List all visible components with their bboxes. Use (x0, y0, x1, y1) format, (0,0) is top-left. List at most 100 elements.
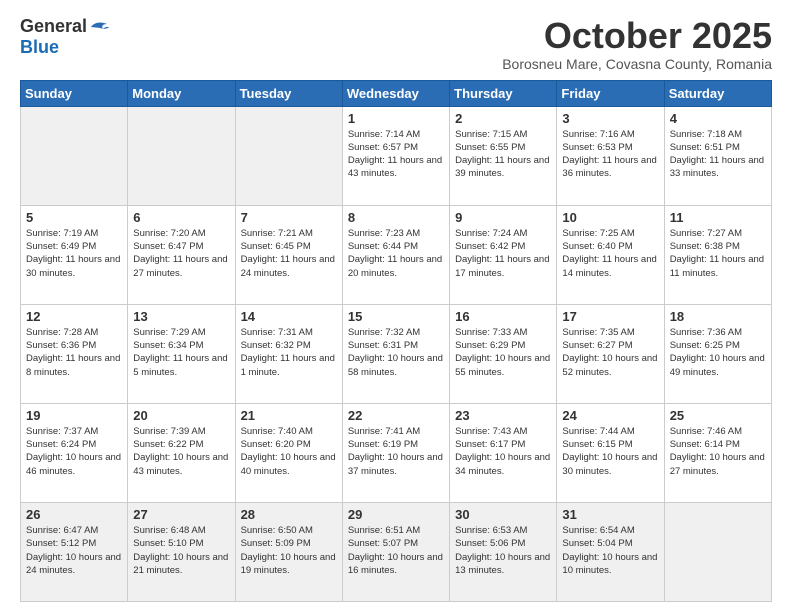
col-sunday: Sunday (21, 80, 128, 106)
day-number: 15 (348, 309, 444, 324)
day-number: 25 (670, 408, 766, 423)
day-number: 26 (26, 507, 122, 522)
day-number: 21 (241, 408, 337, 423)
table-row: 25 Sunrise: 7:46 AM Sunset: 6:14 PM Dayli… (664, 403, 771, 502)
day-number: 5 (26, 210, 122, 225)
logo-general-text: General (20, 16, 87, 37)
calendar-week-row: 5 Sunrise: 7:19 AM Sunset: 6:49 PM Daylig… (21, 205, 772, 304)
day-number: 10 (562, 210, 658, 225)
table-row (128, 106, 235, 205)
table-row: 24 Sunrise: 7:44 AM Sunset: 6:15 PM Dayli… (557, 403, 664, 502)
page: General Blue October 2025 Borosneu Mare,… (0, 0, 792, 612)
table-row (664, 502, 771, 601)
col-saturday: Saturday (664, 80, 771, 106)
table-row: 4Sunrise: 7:18 AM Sunset: 6:51 PM Daylig… (664, 106, 771, 205)
table-row: 17 Sunrise: 7:35 AM Sunset: 6:27 PM Dayli… (557, 304, 664, 403)
table-row: 27Sunrise: 6:48 AM Sunset: 5:10 PM Dayli… (128, 502, 235, 601)
table-row: 9Sunrise: 7:24 AM Sunset: 6:42 PM Daylig… (450, 205, 557, 304)
calendar-week-row: 26Sunrise: 6:47 AM Sunset: 5:12 PM Dayli… (21, 502, 772, 601)
day-number: 17 (562, 309, 658, 324)
day-info: Sunrise: 7:43 AM Sunset: 6:17 PM Dayligh… (455, 425, 551, 478)
day-info: Sunrise: 7:21 AM Sunset: 6:45 PM Dayligh… (241, 227, 337, 280)
day-number: 8 (348, 210, 444, 225)
day-info: Sunrise: 7:36 AM Sunset: 6:25 PM Dayligh… (670, 326, 766, 379)
calendar-week-row: 19 Sunrise: 7:37 AM Sunset: 6:24 PM Dayli… (21, 403, 772, 502)
calendar-week-row: 12 Sunrise: 7:28 AM Sunset: 6:36 PM Dayli… (21, 304, 772, 403)
table-row: 31 Sunrise: 6:54 AM Sunset: 5:04 PM Dayli… (557, 502, 664, 601)
calendar-table: Sunday Monday Tuesday Wednesday Thursday… (20, 80, 772, 602)
table-row: 7Sunrise: 7:21 AM Sunset: 6:45 PM Daylig… (235, 205, 342, 304)
day-info: Sunrise: 7:41 AM Sunset: 6:19 PM Dayligh… (348, 425, 444, 478)
logo-bird-icon (89, 19, 109, 35)
table-row: 8 Sunrise: 7:23 AM Sunset: 6:44 PM Daylig… (342, 205, 449, 304)
table-row: 29 Sunrise: 6:51 AM Sunset: 5:07 PM Dayli… (342, 502, 449, 601)
day-info: Sunrise: 7:32 AM Sunset: 6:31 PM Dayligh… (348, 326, 444, 379)
day-info: Sunrise: 7:19 AM Sunset: 6:49 PM Dayligh… (26, 227, 122, 280)
col-friday: Friday (557, 80, 664, 106)
day-info: Sunrise: 7:37 AM Sunset: 6:24 PM Dayligh… (26, 425, 122, 478)
day-info: Sunrise: 7:33 AM Sunset: 6:29 PM Dayligh… (455, 326, 551, 379)
table-row: 26Sunrise: 6:47 AM Sunset: 5:12 PM Dayli… (21, 502, 128, 601)
day-info: Sunrise: 7:35 AM Sunset: 6:27 PM Dayligh… (562, 326, 658, 379)
day-info: Sunrise: 7:29 AM Sunset: 6:34 PM Dayligh… (133, 326, 229, 379)
table-row: 19 Sunrise: 7:37 AM Sunset: 6:24 PM Dayli… (21, 403, 128, 502)
table-row: 6Sunrise: 7:20 AM Sunset: 6:47 PM Daylig… (128, 205, 235, 304)
table-row: 5 Sunrise: 7:19 AM Sunset: 6:49 PM Daylig… (21, 205, 128, 304)
day-info: Sunrise: 7:14 AM Sunset: 6:57 PM Dayligh… (348, 128, 444, 181)
calendar-week-row: 1 Sunrise: 7:14 AM Sunset: 6:57 PM Daylig… (21, 106, 772, 205)
table-row: 22 Sunrise: 7:41 AM Sunset: 6:19 PM Dayli… (342, 403, 449, 502)
table-row: 28 Sunrise: 6:50 AM Sunset: 5:09 PM Dayli… (235, 502, 342, 601)
day-info: Sunrise: 6:48 AM Sunset: 5:10 PM Dayligh… (133, 524, 229, 577)
table-row: 11Sunrise: 7:27 AM Sunset: 6:38 PM Dayli… (664, 205, 771, 304)
title-section: October 2025 Borosneu Mare, Covasna Coun… (502, 16, 772, 72)
day-number: 28 (241, 507, 337, 522)
day-info: Sunrise: 7:44 AM Sunset: 6:15 PM Dayligh… (562, 425, 658, 478)
table-row: 21Sunrise: 7:40 AM Sunset: 6:20 PM Dayli… (235, 403, 342, 502)
day-info: Sunrise: 7:27 AM Sunset: 6:38 PM Dayligh… (670, 227, 766, 280)
day-number: 19 (26, 408, 122, 423)
subtitle: Borosneu Mare, Covasna County, Romania (502, 56, 772, 72)
day-number: 13 (133, 309, 229, 324)
day-info: Sunrise: 7:18 AM Sunset: 6:51 PM Dayligh… (670, 128, 766, 181)
day-info: Sunrise: 7:39 AM Sunset: 6:22 PM Dayligh… (133, 425, 229, 478)
day-number: 16 (455, 309, 551, 324)
day-info: Sunrise: 7:46 AM Sunset: 6:14 PM Dayligh… (670, 425, 766, 478)
day-info: Sunrise: 7:15 AM Sunset: 6:55 PM Dayligh… (455, 128, 551, 181)
table-row: 23 Sunrise: 7:43 AM Sunset: 6:17 PM Dayli… (450, 403, 557, 502)
table-row: 30Sunrise: 6:53 AM Sunset: 5:06 PM Dayli… (450, 502, 557, 601)
table-row: 16 Sunrise: 7:33 AM Sunset: 6:29 PM Dayli… (450, 304, 557, 403)
logo-blue-text: Blue (20, 37, 59, 58)
day-number: 18 (670, 309, 766, 324)
day-info: Sunrise: 7:23 AM Sunset: 6:44 PM Dayligh… (348, 227, 444, 280)
day-info: Sunrise: 7:16 AM Sunset: 6:53 PM Dayligh… (562, 128, 658, 181)
table-row: 10 Sunrise: 7:25 AM Sunset: 6:40 PM Dayli… (557, 205, 664, 304)
day-number: 3 (562, 111, 658, 126)
day-number: 14 (241, 309, 337, 324)
table-row (235, 106, 342, 205)
day-info: Sunrise: 6:51 AM Sunset: 5:07 PM Dayligh… (348, 524, 444, 577)
table-row: 20Sunrise: 7:39 AM Sunset: 6:22 PM Dayli… (128, 403, 235, 502)
day-number: 23 (455, 408, 551, 423)
col-thursday: Thursday (450, 80, 557, 106)
day-number: 31 (562, 507, 658, 522)
col-tuesday: Tuesday (235, 80, 342, 106)
table-row: 15 Sunrise: 7:32 AM Sunset: 6:31 PM Dayli… (342, 304, 449, 403)
day-info: Sunrise: 7:25 AM Sunset: 6:40 PM Dayligh… (562, 227, 658, 280)
day-info: Sunrise: 6:54 AM Sunset: 5:04 PM Dayligh… (562, 524, 658, 577)
header: General Blue October 2025 Borosneu Mare,… (20, 16, 772, 72)
col-wednesday: Wednesday (342, 80, 449, 106)
day-number: 24 (562, 408, 658, 423)
day-info: Sunrise: 7:31 AM Sunset: 6:32 PM Dayligh… (241, 326, 337, 379)
col-monday: Monday (128, 80, 235, 106)
day-info: Sunrise: 6:50 AM Sunset: 5:09 PM Dayligh… (241, 524, 337, 577)
day-info: Sunrise: 7:28 AM Sunset: 6:36 PM Dayligh… (26, 326, 122, 379)
day-number: 30 (455, 507, 551, 522)
day-number: 22 (348, 408, 444, 423)
day-number: 29 (348, 507, 444, 522)
day-number: 1 (348, 111, 444, 126)
table-row: 3 Sunrise: 7:16 AM Sunset: 6:53 PM Daylig… (557, 106, 664, 205)
table-row: 13 Sunrise: 7:29 AM Sunset: 6:34 PM Dayli… (128, 304, 235, 403)
day-info: Sunrise: 7:24 AM Sunset: 6:42 PM Dayligh… (455, 227, 551, 280)
day-number: 12 (26, 309, 122, 324)
table-row: 1 Sunrise: 7:14 AM Sunset: 6:57 PM Daylig… (342, 106, 449, 205)
